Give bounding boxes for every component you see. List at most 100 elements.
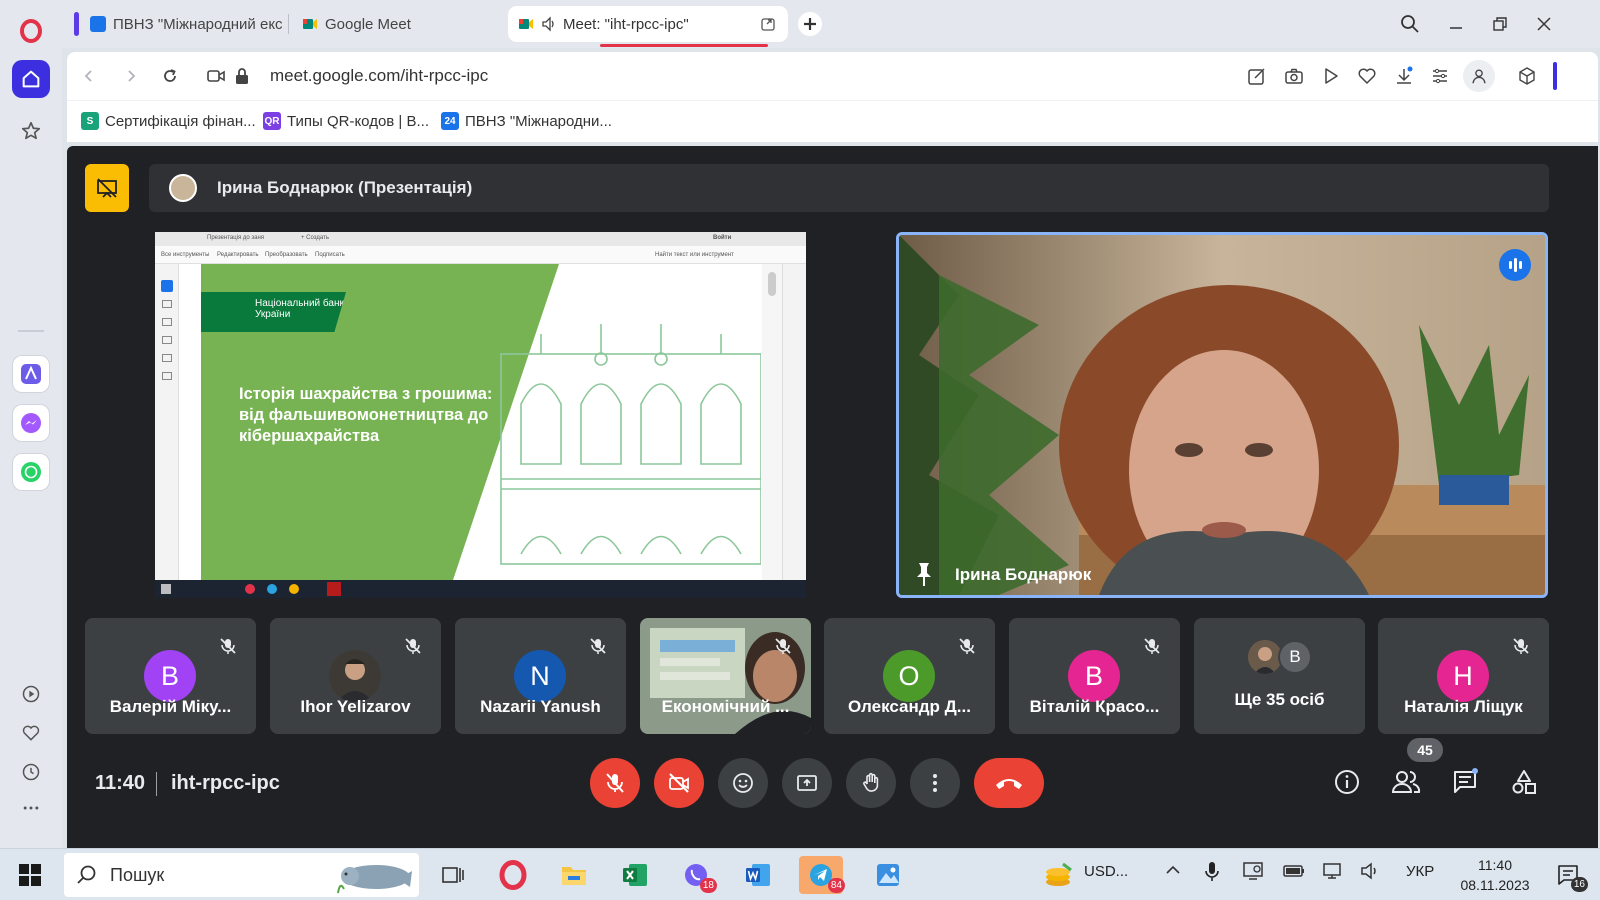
player-play-icon[interactable] (1319, 64, 1343, 88)
whatsapp-icon[interactable] (13, 454, 49, 490)
more-dots-icon[interactable] (19, 796, 43, 820)
bookmark-certification[interactable]: S Сертифікація фінан... (81, 112, 256, 130)
tab-snap-icon[interactable] (760, 15, 778, 33)
viber-unread-badge: 18 (699, 878, 717, 893)
reactions-button[interactable] (718, 758, 768, 808)
toggle-mic-button[interactable] (590, 758, 640, 808)
url-field[interactable]: meet.google.com/iht-rpcc-ipc (270, 66, 488, 86)
bookmark-qr-types[interactable]: QR Типы QR-кодов | В... (263, 112, 429, 130)
viber-icon[interactable]: 18 (677, 856, 717, 894)
profile-icon[interactable] (1463, 60, 1495, 92)
participant-tile[interactable]: В Віталій Красо... (1009, 618, 1180, 734)
mic-off-icon (953, 632, 981, 660)
bookmark-pvnz[interactable]: 24 ПВНЗ "Міжнародни... (441, 112, 612, 130)
tab-pvnz[interactable]: ПВНЗ "Міжнародний екс (74, 6, 282, 42)
player-icon[interactable] (19, 682, 43, 706)
people-button[interactable] (1388, 764, 1424, 800)
reload-icon[interactable] (158, 64, 182, 88)
close-window-icon[interactable] (1530, 10, 1558, 38)
raise-hand-button[interactable] (846, 758, 896, 808)
taskbar-clock[interactable]: 11:40 08.11.2023 (1452, 855, 1538, 895)
currency-widget-label[interactable]: USD... (1084, 863, 1128, 880)
camera-in-use-icon[interactable] (204, 64, 228, 88)
tab-meet-active[interactable]: Meet: "iht-rpcc-ipc" (508, 6, 788, 42)
taskbar-search[interactable]: Пошук (64, 853, 419, 897)
snapshot-camera-icon[interactable] (1282, 64, 1306, 88)
present-now-button[interactable] (782, 758, 832, 808)
shared-menu-item: Все инструменты (161, 252, 210, 258)
chat-button[interactable] (1447, 764, 1483, 800)
participant-tile[interactable]: Н Наталія Ліщук (1378, 618, 1549, 734)
windows-start-icon[interactable] (18, 863, 42, 887)
currency-widget-icon[interactable] (1040, 856, 1076, 894)
pin-icon[interactable] (913, 561, 935, 587)
search-tabs-icon[interactable] (1396, 10, 1424, 38)
participant-tile[interactable]: О Олександр Д... (824, 618, 995, 734)
presenter-banner-text: Ірина Боднарюк (Презентація) (217, 178, 473, 197)
aria-app-icon[interactable] (13, 356, 49, 392)
word-icon[interactable] (739, 856, 777, 894)
participants-count-badge: 45 (1407, 738, 1443, 762)
search-placeholder: Пошук (110, 865, 165, 885)
messenger-icon[interactable] (13, 405, 49, 441)
tab-google-meet[interactable]: Google Meet (292, 6, 500, 42)
show-hidden-icons-chevron-icon[interactable] (1164, 861, 1182, 883)
downloads-icon[interactable] (1392, 64, 1416, 88)
favorites-heart-icon[interactable] (19, 721, 43, 745)
tab-label: ПВНЗ "Міжнародний екс (113, 15, 282, 33)
extensions-cube-icon[interactable] (1515, 64, 1539, 88)
excel-icon[interactable] (616, 856, 654, 894)
lock-icon[interactable] (230, 64, 254, 88)
telegram-icon[interactable]: 84 (799, 856, 845, 894)
restore-icon[interactable] (1486, 10, 1514, 38)
meeting-details-button[interactable] (1329, 764, 1365, 800)
bookmark-label: Типы QR-кодов | В... (287, 112, 429, 130)
participant-name: Ihor Yelizarov (300, 697, 411, 716)
volume-icon[interactable] (1360, 861, 1382, 885)
back-icon[interactable] (77, 64, 101, 88)
bookmark-label: ПВНЗ "Міжнародни... (465, 112, 612, 130)
participant-tile[interactable]: Економічний ... (640, 618, 811, 734)
home-icon[interactable] (12, 60, 50, 98)
leave-call-button[interactable] (974, 758, 1044, 808)
bookmark-heart-icon[interactable] (1355, 64, 1379, 88)
mic-off-icon (399, 632, 427, 660)
participant-tile[interactable]: N Nazarii Yanush (455, 618, 626, 734)
battery-icon[interactable] (1282, 861, 1306, 885)
send-to-flow-icon[interactable] (1245, 64, 1269, 88)
minimize-icon[interactable] (1442, 10, 1470, 38)
mic-off-icon (584, 632, 612, 660)
photos-icon[interactable] (869, 856, 907, 894)
notifications-icon[interactable]: 16 (1548, 856, 1588, 894)
presentation-indicator-icon[interactable] (85, 164, 129, 212)
participant-tile[interactable]: В Валерій Міку... (85, 618, 256, 734)
file-explorer-icon[interactable] (555, 856, 593, 894)
microphone-tray-icon[interactable] (1204, 861, 1220, 887)
toggle-camera-button[interactable] (654, 758, 704, 808)
network-icon[interactable] (1322, 861, 1344, 885)
more-participants-tile[interactable]: В Ще 35 осіб (1194, 618, 1365, 734)
display-tray-icon[interactable] (1242, 861, 1264, 885)
audio-playing-icon[interactable] (541, 16, 557, 32)
slide-title: Історія шахрайства з грошима: від фальши… (239, 385, 493, 445)
slide-page: Національний банк України Історія шахрай… (201, 264, 761, 580)
shared-browser-chrome: Презентація до заня + Создать Войти (155, 232, 806, 246)
easy-setup-icon[interactable] (1428, 64, 1452, 88)
opera-logo-icon[interactable] (12, 12, 50, 50)
participant-name: Віталій Красо... (1029, 697, 1160, 716)
speed-dial-star-icon[interactable] (12, 112, 50, 150)
participant-tile[interactable]: Ihor Yelizarov (270, 618, 441, 734)
language-indicator[interactable]: УКР (1406, 863, 1434, 880)
meeting-info-divider (156, 772, 157, 796)
shared-screen[interactable]: Презентація до заня + Создать Войти Все … (155, 232, 806, 598)
main-speaker-tile[interactable]: Ірина Боднарюк (896, 232, 1548, 598)
new-tab-button[interactable] (798, 12, 822, 36)
camera-off-icon (669, 773, 689, 793)
forward-icon[interactable] (119, 64, 143, 88)
task-view-icon[interactable] (434, 856, 472, 894)
sidebar-toggle-indicator[interactable] (1553, 62, 1557, 90)
opera-taskbar-icon[interactable] (494, 856, 532, 894)
more-options-button[interactable] (910, 758, 960, 808)
history-clock-icon[interactable] (19, 760, 43, 784)
activities-button[interactable] (1506, 764, 1542, 800)
